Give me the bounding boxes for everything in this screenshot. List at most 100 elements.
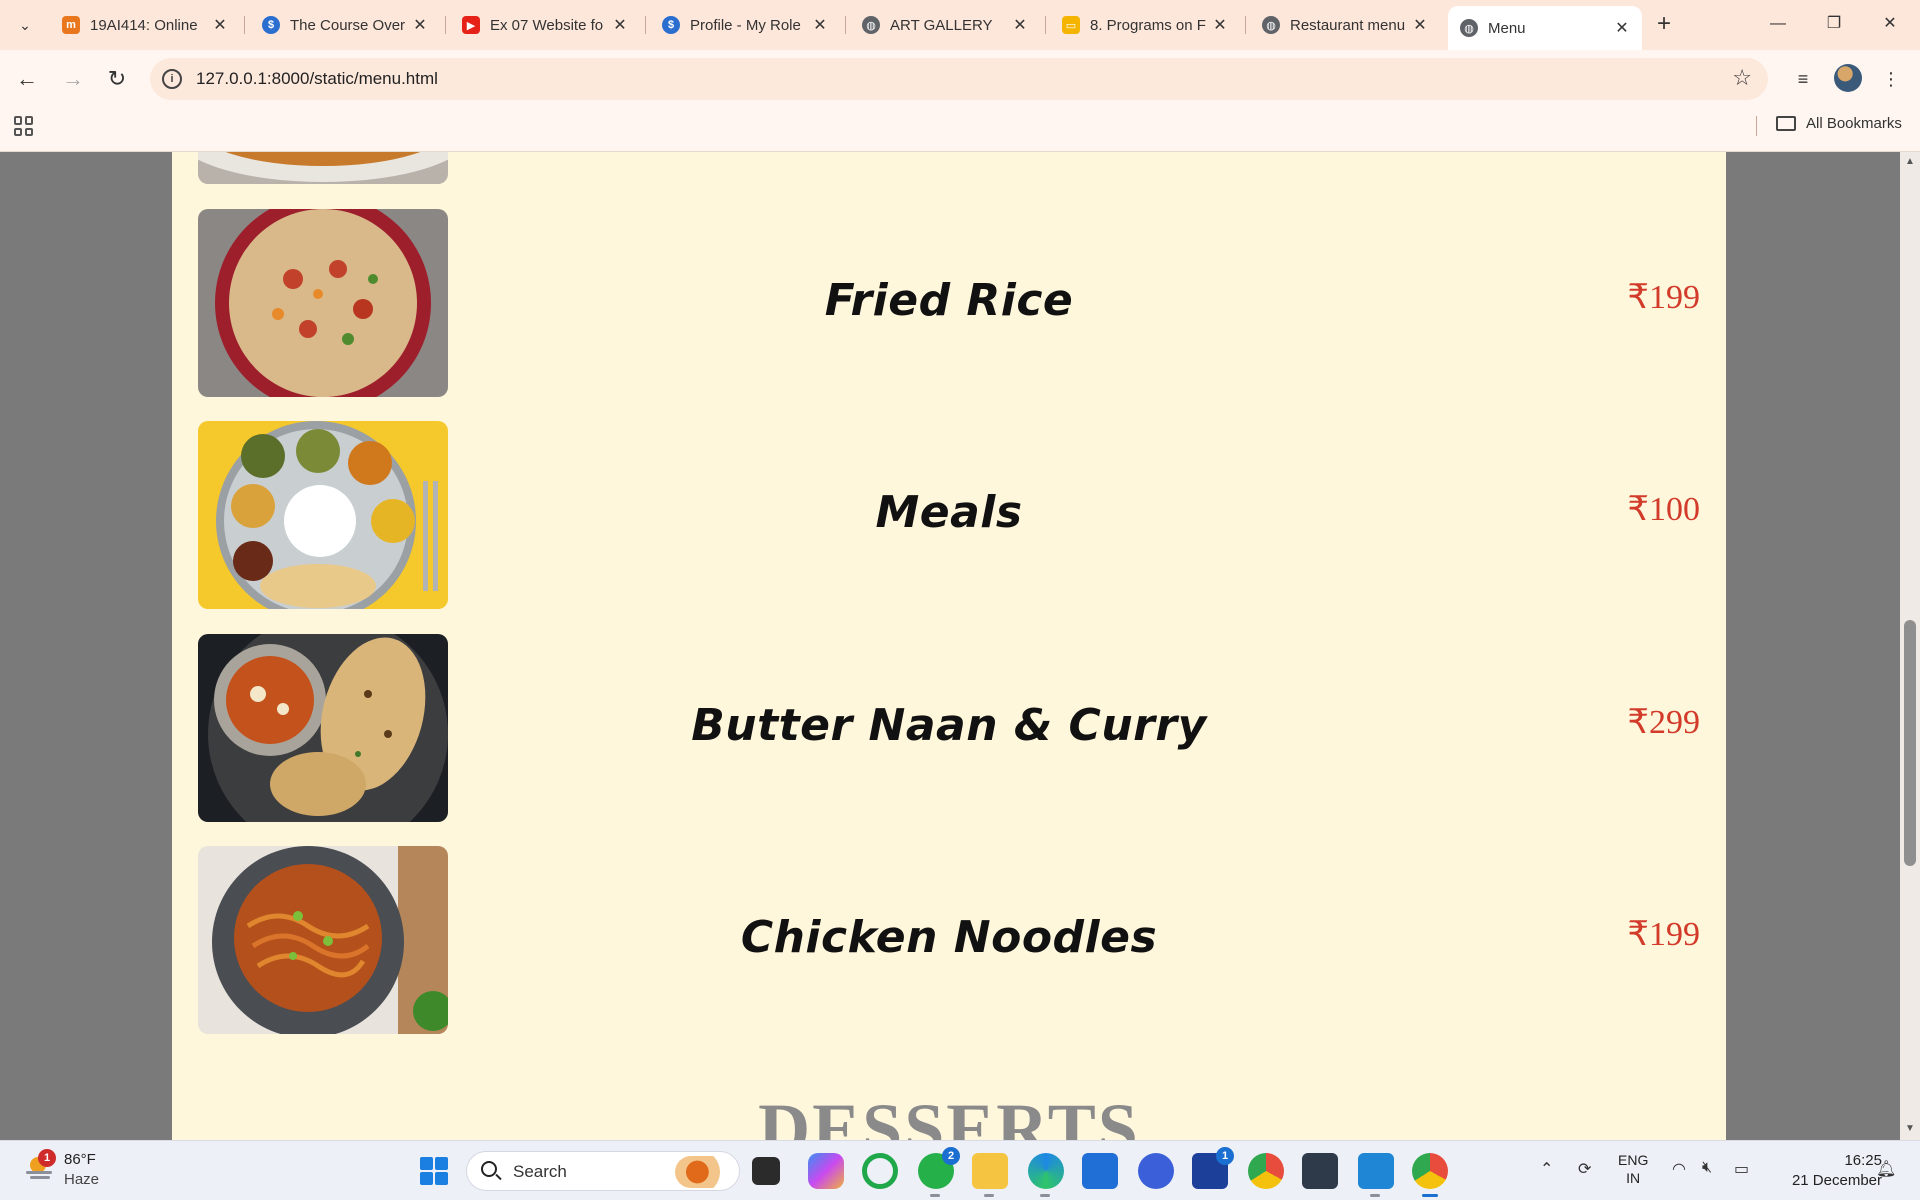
folder-icon <box>1776 116 1796 131</box>
notification-badge: 2 <box>942 1147 960 1165</box>
youtube-icon: ▶ <box>462 16 480 34</box>
tab-title: Restaurant menu <box>1290 16 1406 34</box>
dish-name: Chicken Noodles <box>740 912 1158 963</box>
url-text[interactable]: 127.0.0.1:8000/static/menu.html <box>196 69 438 89</box>
weather-badge: 1 <box>38 1149 56 1167</box>
taskbar-search-box[interactable]: Search <box>466 1151 740 1191</box>
l-app-icon[interactable]: 1 <box>1192 1147 1234 1189</box>
close-tab-icon[interactable]: ✕ <box>1010 15 1030 35</box>
tab-ex07-website[interactable]: ▶ Ex 07 Website fo ✕ <box>450 8 640 42</box>
close-tab-icon[interactable]: ✕ <box>610 15 630 35</box>
language-indicator[interactable]: ENG IN <box>1618 1151 1648 1187</box>
reload-icon[interactable]: ↻ <box>102 64 132 94</box>
language-code: ENG <box>1618 1152 1649 1168</box>
running-indicator <box>1370 1194 1380 1197</box>
tab-title: ART GALLERY <box>890 16 993 34</box>
tab-divider <box>445 16 446 34</box>
new-tab-button[interactable]: + <box>1650 10 1678 38</box>
menu-item: Butter Naan & Curry ₹299 <box>198 634 1700 822</box>
media-control-icon[interactable]: ≡ <box>1788 64 1818 94</box>
scroll-up-arrow-icon[interactable]: ▲ <box>1900 156 1920 167</box>
tab-title: Menu <box>1488 19 1526 37</box>
globe-icon: ◍ <box>1460 19 1478 37</box>
tab-title: The Course Over <box>290 16 406 34</box>
windows-taskbar: 1 86°F Haze Search 2 1 ⌃ ⟳ ENG IN ◠ 🔇︎ ▭… <box>0 1140 1920 1200</box>
arc-app-icon[interactable] <box>1138 1153 1174 1189</box>
microsoft-store-icon[interactable] <box>1082 1153 1118 1189</box>
close-tab-icon[interactable]: ✕ <box>1210 15 1230 35</box>
edge-icon[interactable] <box>1028 1153 1064 1197</box>
vscode-icon[interactable] <box>1358 1153 1394 1197</box>
tab-strip: ⌄ m 19AI414: Online ✕ $ The Course Over … <box>0 0 1920 50</box>
task-view-icon[interactable] <box>752 1157 780 1185</box>
tab-restaurant-menu[interactable]: ◍ Restaurant menu ✕ <box>1250 8 1440 42</box>
close-window-icon[interactable]: ✕ <box>1870 10 1910 38</box>
globe-icon: ◍ <box>862 16 880 34</box>
close-tab-icon[interactable]: ✕ <box>210 15 230 35</box>
page-scrollbar[interactable]: ▲ ▼ <box>1900 152 1920 1140</box>
site-info-icon[interactable]: i <box>162 69 182 89</box>
calculator-app-icon[interactable] <box>1302 1153 1338 1189</box>
menu-item: Chicken Noodles ₹199 <box>198 846 1700 1034</box>
moodle-icon: m <box>62 16 80 34</box>
close-tab-icon[interactable]: ✕ <box>810 15 830 35</box>
battery-icon[interactable]: ▭ <box>1734 1159 1749 1179</box>
copilot-icon[interactable] <box>808 1153 844 1189</box>
forward-arrow-icon[interactable]: → <box>58 64 88 94</box>
address-bar[interactable]: i 127.0.0.1:8000/static/menu.html ☆ <box>150 58 1768 100</box>
notification-badge: 1 <box>1216 1147 1234 1165</box>
dish-name: Fried Rice <box>824 275 1074 326</box>
restore-icon[interactable]: ❐ <box>1814 10 1854 38</box>
region-code: IN <box>1626 1170 1641 1186</box>
chrome-active-icon[interactable] <box>1412 1153 1448 1197</box>
clock[interactable]: 16:25 21 December <box>1772 1151 1882 1191</box>
tab-course-overview[interactable]: $ The Course Over ✕ <box>250 8 440 42</box>
scrollbar-thumb[interactable] <box>1904 620 1916 866</box>
tab-19ai414[interactable]: m 19AI414: Online ✕ <box>50 8 240 42</box>
menu-card: Fried Rice ₹199 Meals ₹100 Butter Naan &… <box>172 152 1726 1140</box>
green-circle-app-icon[interactable] <box>862 1153 898 1189</box>
close-tab-icon[interactable]: ✕ <box>1612 18 1632 38</box>
wifi-icon[interactable]: ◠ <box>1672 1159 1686 1179</box>
course-icon: $ <box>262 16 280 34</box>
tab-divider <box>244 16 245 34</box>
dish-price: ₹199 <box>1627 279 1700 316</box>
dish-name: Meals <box>875 487 1023 538</box>
tab-art-gallery[interactable]: ◍ ART GALLERY ✕ <box>850 8 1040 42</box>
apps-grid-icon[interactable] <box>14 116 34 136</box>
windows-start-icon[interactable] <box>420 1157 448 1185</box>
tab-divider <box>845 16 846 34</box>
chrome-icon[interactable] <box>1248 1153 1284 1189</box>
sync-icon[interactable]: ⟳ <box>1578 1159 1591 1179</box>
scroll-down-arrow-icon[interactable]: ▼ <box>1900 1123 1920 1134</box>
tab-divider <box>645 16 646 34</box>
show-hidden-icons-chevron-icon[interactable]: ⌃ <box>1540 1159 1553 1179</box>
more-menu-icon[interactable]: ⋮ <box>1876 64 1906 94</box>
weather-temperature[interactable]: 86°F <box>64 1151 96 1168</box>
running-indicator <box>930 1194 940 1197</box>
file-explorer-icon[interactable] <box>972 1153 1008 1197</box>
running-indicator <box>984 1194 994 1197</box>
menu-item: Fried Rice ₹199 <box>198 209 1700 397</box>
minimize-icon[interactable]: — <box>1758 10 1798 38</box>
tab-programs[interactable]: ▭ 8. Programs on F ✕ <box>1050 8 1240 42</box>
running-indicator <box>1040 1194 1050 1197</box>
all-bookmarks-button[interactable]: All Bookmarks <box>1776 115 1902 132</box>
close-tab-icon[interactable]: ✕ <box>410 15 430 35</box>
tab-search-chevron-icon[interactable]: ⌄ <box>10 10 40 40</box>
bookmark-star-icon[interactable]: ☆ <box>1732 65 1752 91</box>
profile-avatar[interactable] <box>1834 64 1862 92</box>
close-tab-icon[interactable]: ✕ <box>1410 15 1430 35</box>
tab-profile-my-role[interactable]: $ Profile - My Role ✕ <box>650 8 840 42</box>
weather-condition[interactable]: Haze <box>64 1171 99 1188</box>
browser-toolbar: ← → ↻ i 127.0.0.1:8000/static/menu.html … <box>0 50 1920 108</box>
tab-menu-active[interactable]: ◍ Menu ✕ <box>1448 6 1642 50</box>
page-viewport: Fried Rice ₹199 Meals ₹100 Butter Naan &… <box>0 152 1900 1140</box>
notifications-bell-icon[interactable]: 🔔︎ <box>1876 1159 1896 1179</box>
whatsapp-icon[interactable]: 2 <box>918 1147 960 1197</box>
slides-icon: ▭ <box>1062 16 1080 34</box>
back-arrow-icon[interactable]: ← <box>12 64 42 94</box>
search-icon <box>481 1161 497 1177</box>
speaker-muted-icon[interactable]: 🔇︎ <box>1702 1159 1712 1177</box>
search-label: Search <box>513 1162 567 1181</box>
